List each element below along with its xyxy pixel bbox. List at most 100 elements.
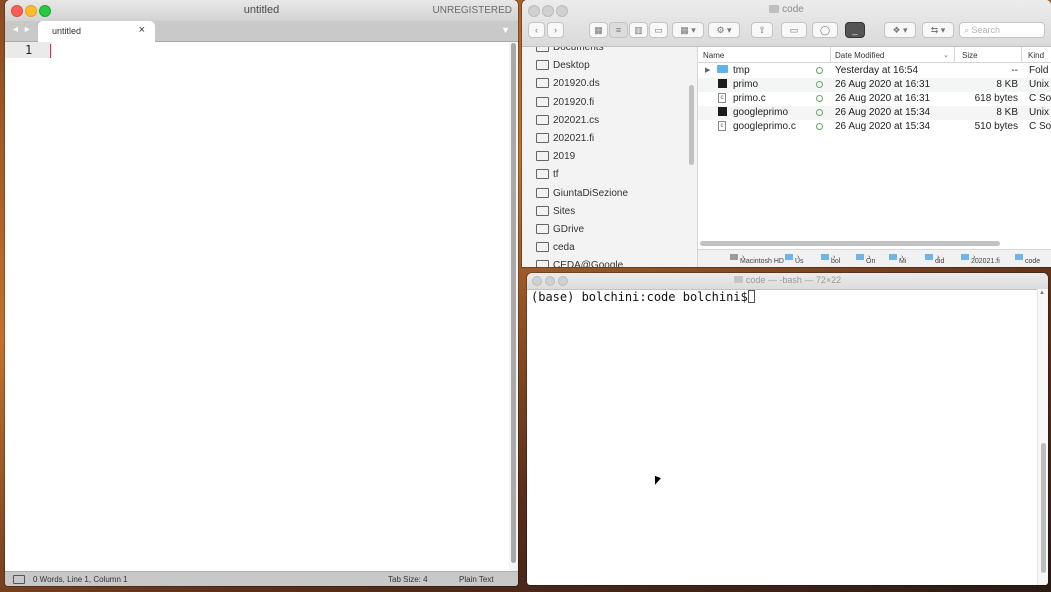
sidebar-item-label: 2019	[553, 151, 576, 163]
path-segment[interactable]: Macintosh HD ›	[730, 254, 784, 265]
folder-icon	[536, 78, 549, 89]
status-position: 0 Words, Line 1, Column 1	[33, 575, 128, 584]
new-folder-button[interactable]: ▭	[781, 22, 807, 38]
forward-button[interactable]: ›	[547, 22, 564, 38]
sync-status-icon	[816, 123, 823, 130]
list-view-button[interactable]: ≡	[609, 22, 628, 38]
folder-icon	[536, 187, 549, 198]
file-name: tmp	[733, 65, 750, 76]
path-segment-label: Mi	[899, 258, 907, 265]
folder-icon	[856, 254, 864, 260]
editor-scrollbar-thumb[interactable]	[511, 43, 516, 563]
path-segment[interactable]: Us ›	[785, 254, 804, 265]
sidebar-item-label: ceda	[553, 242, 575, 254]
column-date-modified[interactable]: Date Modified	[835, 51, 884, 60]
console-panel-icon[interactable]	[13, 575, 25, 584]
sidebar-item-label: 201920.ds	[553, 78, 600, 90]
terminal-text-area[interactable]	[527, 289, 1037, 585]
list-horizontal-scrollbar[interactable]	[700, 241, 1000, 246]
terminal-icon[interactable]: _	[845, 22, 865, 38]
path-bar: Macintosh HD › Us › bol › On › Mi › did › 2020…	[698, 249, 1051, 267]
terminal-titlebar: code — -bash — 72×22	[527, 273, 1048, 290]
back-button[interactable]: ‹	[528, 22, 545, 38]
column-name[interactable]: Name	[703, 51, 724, 60]
finder-toolbar: code ‹ › ▦ ≡ ▥ ▭ ▦ ▾ ⚙ ▾ ⇧ ▭ ◯ _ ❖ ▾ ⇆ ▾…	[522, 0, 1051, 47]
gallery-view-button[interactable]: ▭	[649, 22, 668, 38]
status-syntax[interactable]: Plain Text	[459, 575, 494, 584]
file-date: Yesterday at 16:54	[835, 65, 919, 76]
path-segment-label: On	[866, 258, 876, 265]
column-kind[interactable]: Kind	[1028, 51, 1044, 60]
file-date: 26 Aug 2020 at 16:31	[835, 93, 931, 104]
path-segment[interactable]: did ›	[925, 254, 944, 265]
path-segment[interactable]: bol ›	[821, 254, 840, 265]
file-date: 26 Aug 2020 at 15:34	[835, 107, 931, 118]
tab-untitled[interactable]: untitled ×	[38, 21, 155, 42]
file-row[interactable]: googleprimo 26 Aug 2020 at 15:34 8 KB Unix	[698, 106, 1051, 120]
sidebar-item-label: 202021.cs	[553, 114, 600, 126]
dropbox-button[interactable]: ❖ ▾	[884, 22, 916, 38]
group-button[interactable]: ▦ ▾	[672, 22, 704, 38]
file-row[interactable]: primo 26 Aug 2020 at 16:31 8 KB Unix	[698, 78, 1051, 92]
disclosure-triangle-icon[interactable]: ▶	[705, 66, 710, 74]
icon-view-button[interactable]: ▦	[589, 22, 608, 38]
c-source-file-icon: c	[718, 121, 726, 131]
sort-chevron-icon: ⌄	[943, 52, 949, 59]
editor-text-area[interactable]	[52, 42, 509, 571]
folder-icon	[536, 96, 549, 107]
tab-nav-arrows-icon[interactable]: ◂ ▸	[13, 24, 32, 35]
folder-icon	[925, 254, 933, 260]
mouse-pointer-icon	[655, 475, 661, 488]
file-kind: C So	[1029, 121, 1051, 132]
tab-menu-icon[interactable]: ▼	[501, 25, 510, 35]
line-number: 1	[25, 43, 33, 57]
sidebar-item-label: tf	[553, 169, 559, 181]
sublime-titlebar: untitled UNREGISTERED	[5, 0, 518, 22]
unix-executable-icon	[718, 107, 727, 116]
file-row[interactable]: c primo.c 26 Aug 2020 at 16:31 618 bytes C S…	[698, 92, 1051, 106]
sidebar-item-label: 201920.fi	[553, 96, 595, 108]
folder-icon	[769, 5, 780, 13]
file-row[interactable]: ▶ tmp Yesterday at 16:54 -- Fold	[698, 64, 1051, 78]
file-name: primo.c	[733, 93, 766, 104]
terminal-title-text: code — -bash — 72×22	[745, 275, 842, 285]
tab-close-icon[interactable]: ×	[139, 24, 145, 36]
sidebar-item-label: GDrive	[553, 224, 585, 235]
folder-icon	[536, 47, 549, 52]
path-segment[interactable]: 202021.fi ›	[961, 254, 1000, 265]
line-gutter: 1	[5, 42, 49, 571]
status-tab-size[interactable]: Tab Size: 4	[388, 575, 428, 584]
sublime-text-window: untitled UNREGISTERED ◂ ▸ untitled × ▼ 1…	[5, 0, 518, 586]
share-button[interactable]: ⇧	[751, 22, 773, 38]
path-segment[interactable]: On ›	[856, 254, 875, 265]
folder-icon	[536, 224, 549, 234]
column-view-button[interactable]: ▥	[629, 22, 648, 38]
tab-label: untitled	[52, 26, 82, 36]
path-segment[interactable]: code	[1015, 254, 1040, 265]
sidebar-item-label: GiuntaDiSezione	[553, 187, 629, 199]
sidebar-item-label: CEDA@Google	[553, 260, 624, 267]
file-kind: C So	[1029, 93, 1051, 104]
action-gear-button[interactable]: ⚙ ▾	[708, 22, 740, 38]
path-segment-label: Macintosh HD	[740, 258, 784, 265]
terminal-scrollbar-thumb[interactable]	[1041, 443, 1046, 573]
folder-icon	[536, 151, 549, 162]
folder-icon	[821, 254, 829, 260]
search-input[interactable]: ⌕ Search	[959, 22, 1045, 38]
path-segment-label: did	[935, 258, 945, 265]
unregistered-label: UNREGISTERED	[432, 5, 512, 16]
column-size[interactable]: Size	[962, 51, 978, 60]
tags-button[interactable]: ◯	[812, 22, 838, 38]
folder-icon	[536, 169, 549, 180]
sync-menu-button[interactable]: ⇆ ▾	[922, 22, 954, 38]
sidebar-scrollbar-thumb[interactable]	[689, 85, 694, 165]
list-header: Name Date Modified ⌄ Size Kind	[698, 47, 1051, 63]
file-row[interactable]: c googleprimo.c 26 Aug 2020 at 15:34 510 by…	[698, 120, 1051, 134]
scroll-up-icon[interactable]: ▲	[1039, 290, 1045, 296]
terminal-window: code — -bash — 72×22 (base) bolchini:cod…	[527, 273, 1048, 585]
sidebar-item-label: Documents	[553, 47, 604, 53]
c-source-file-icon: c	[718, 93, 726, 103]
folder-icon	[536, 242, 549, 253]
path-segment[interactable]: Mi ›	[889, 254, 906, 265]
terminal-window-title: code — -bash — 72×22	[527, 275, 1048, 285]
